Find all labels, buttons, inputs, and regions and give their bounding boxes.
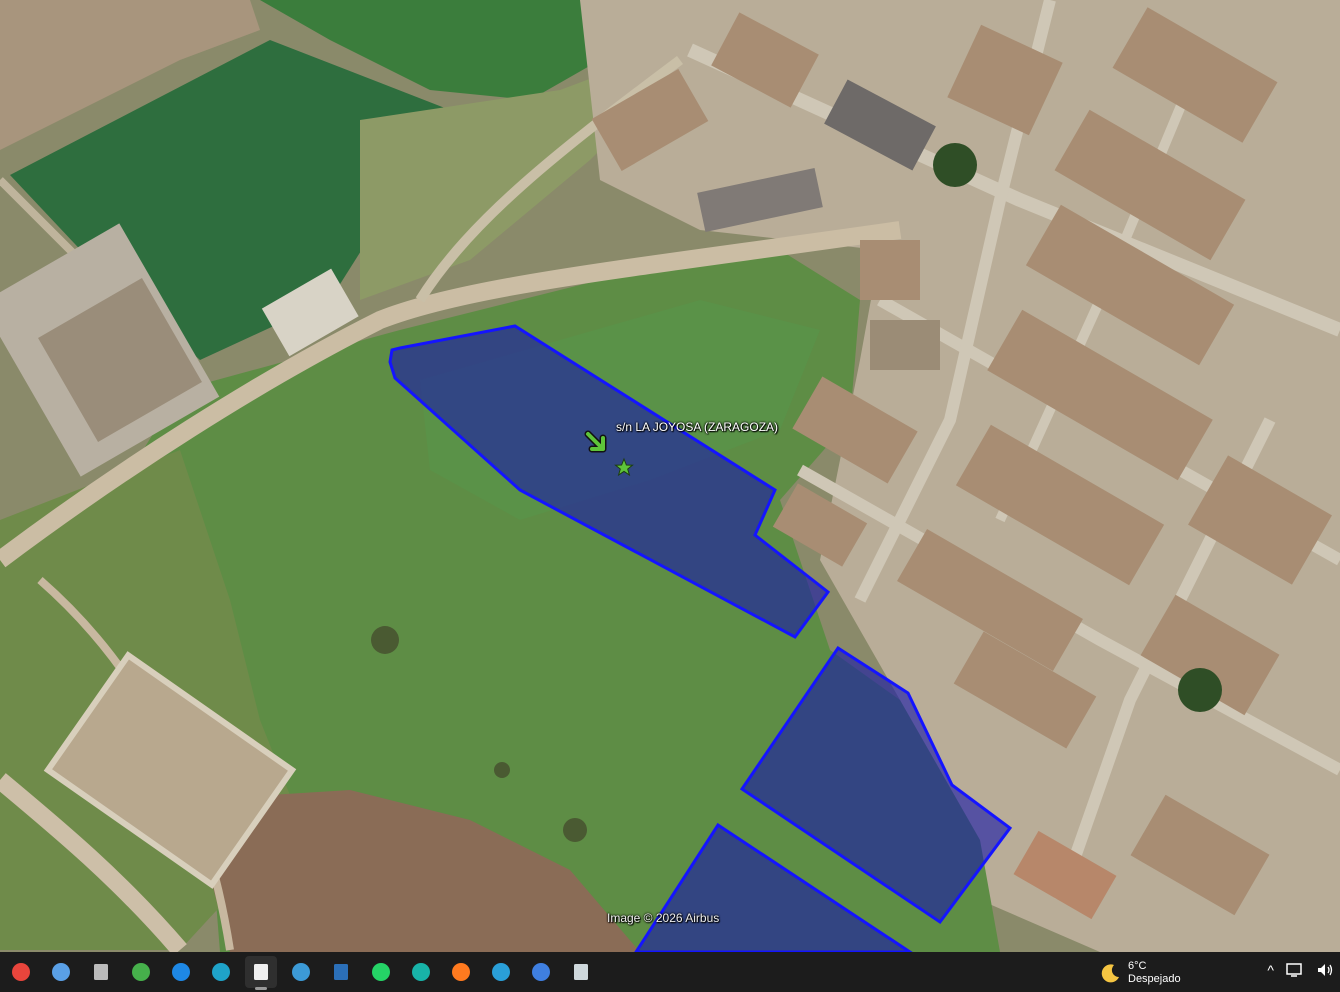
document-icon[interactable] — [245, 956, 277, 990]
satellite-imagery — [0, 0, 1340, 952]
volume-icon[interactable] — [1316, 962, 1334, 978]
window-app-icon[interactable] — [565, 956, 597, 988]
firefox-icon[interactable] — [445, 956, 477, 988]
imagery-credit: Image © 2026 Airbus — [607, 911, 720, 925]
placemark-label[interactable]: s/n LA JOYOSA (ZARAGOZA) — [616, 420, 778, 434]
weather-widget[interactable]: 6°C Despejado — [1100, 960, 1181, 986]
dollar-app-icon[interactable] — [485, 956, 517, 988]
antenna-icon[interactable] — [405, 956, 437, 988]
image-viewer-icon[interactable] — [165, 956, 197, 988]
globe-icon[interactable] — [285, 956, 317, 988]
weather-temp: 6°C — [1128, 960, 1147, 972]
edge-icon[interactable] — [205, 956, 237, 988]
system-tray: ^ — [1267, 962, 1334, 978]
chrome-icon[interactable] — [5, 956, 37, 988]
whatsapp-icon[interactable] — [365, 956, 397, 988]
network-icon[interactable] — [1286, 962, 1304, 978]
tray-chevron-icon[interactable]: ^ — [1267, 962, 1274, 978]
moon-icon — [1101, 964, 1119, 983]
printer-icon[interactable] — [85, 956, 117, 988]
save-disk-icon[interactable] — [325, 956, 357, 988]
satellite-map[interactable]: s/n LA JOYOSA (ZARAGOZA) Image © 2026 Ai… — [0, 0, 1340, 952]
vector-app-icon[interactable] — [525, 956, 557, 988]
photos-icon[interactable] — [45, 956, 77, 988]
network-share-icon[interactable] — [125, 956, 157, 988]
weather-desc: Despejado — [1128, 973, 1181, 985]
